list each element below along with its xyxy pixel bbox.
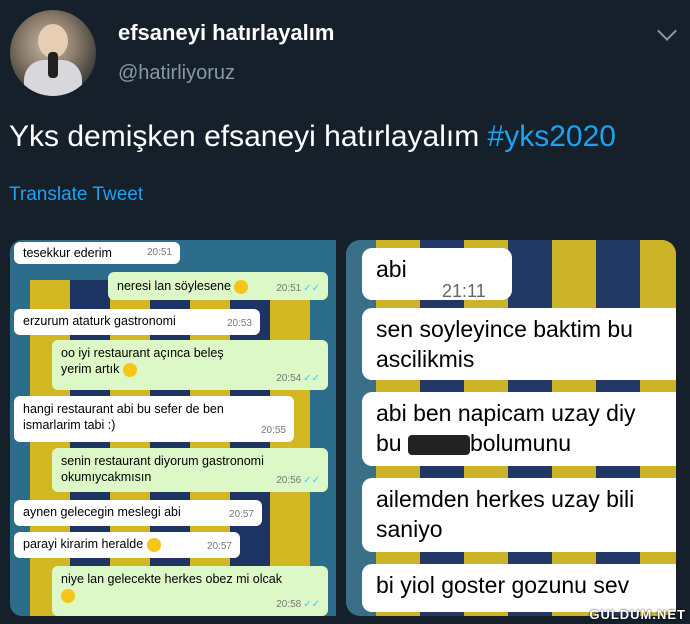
message-line: ailemden herkes uzay bili xyxy=(376,486,635,512)
message-text: senin restaurant diyorum gastronomi okum… xyxy=(61,454,264,484)
message-text: hangi restaurant abi bu sefer de ben ism… xyxy=(23,402,224,432)
message-text: erzurum ataturk gastronomi xyxy=(23,314,176,328)
chat-message: aynen gelecegin meslegi abi 20:57 xyxy=(14,500,262,526)
message-line: abi ben napicam uzay diy xyxy=(376,400,636,426)
message-time: 20:56 xyxy=(276,475,302,486)
read-receipt-icon: ✓✓ xyxy=(303,283,320,294)
message-time: 20:51 xyxy=(146,247,172,258)
message-time: 20:58 xyxy=(276,599,302,610)
read-receipt-icon: ✓✓ xyxy=(303,373,320,384)
redaction-mark xyxy=(407,434,470,455)
chat-message: tesekkur ederim 20:51 xyxy=(14,242,180,264)
message-line: bi yiol goster gozunu sev xyxy=(376,572,630,598)
chat-message: sen soyleyince baktim bu ascilikmis xyxy=(362,308,676,380)
message-line: saniyo xyxy=(376,516,443,542)
read-receipt-icon: ✓✓ xyxy=(303,475,320,486)
message-text: niye lan gelecekte herkes obez mi olcak xyxy=(61,572,282,586)
message-text: tesekkur ederim xyxy=(23,246,112,260)
message-time: 20:57 xyxy=(228,509,254,520)
message-text: bolumunu xyxy=(469,430,572,456)
message-line: ascilikmis xyxy=(376,346,475,372)
message-text: abi xyxy=(376,256,407,282)
tweet-body: Yks demişken efsaneyi hatırlayalım xyxy=(9,120,488,153)
message-time: 20:55 xyxy=(260,425,286,436)
message-time: 20:54 xyxy=(276,373,302,384)
message-time: 21:11 xyxy=(442,281,486,300)
translate-tweet-link[interactable]: Translate Tweet xyxy=(9,184,143,206)
read-receipt-icon: ✓✓ xyxy=(303,599,320,610)
user-handle[interactable]: @hatirliyoruz xyxy=(118,62,235,85)
chat-message: erzurum ataturk gastronomi 20:53 xyxy=(14,309,260,335)
smiling-emoji-icon xyxy=(122,362,137,377)
chat-message: parayi kirarim heralde 20:57 xyxy=(14,532,240,558)
message-line: sen soyleyince baktim bu xyxy=(376,316,633,342)
message-time: 20:53 xyxy=(226,318,252,329)
message-text: bu xyxy=(376,430,402,456)
chat-message: oo iyi restaurant açınca beleş yerim art… xyxy=(52,340,328,390)
chat-message: bi yiol goster gozunu sev xyxy=(362,564,676,612)
display-name[interactable]: efsaneyi hatırlayalım xyxy=(118,20,334,46)
microphone-icon xyxy=(48,52,58,78)
chat-message: senin restaurant diyorum gastronomi okum… xyxy=(52,448,328,492)
chat-message: ailemden herkes uzay bili saniyo xyxy=(362,478,676,552)
message-time: 20:57 xyxy=(206,541,232,552)
message-time: 20:51 xyxy=(276,283,302,294)
message-text: aynen gelecegin meslegi abi xyxy=(23,505,181,519)
laughing-emoji-icon xyxy=(234,279,249,294)
message-text: oo iyi restaurant açınca beleş yerim art… xyxy=(61,346,224,376)
chat-message: hangi restaurant abi bu sefer de ben ism… xyxy=(14,396,294,442)
chat-message: abi 21:11 xyxy=(362,248,512,300)
tweet-text: Yks demişken efsaneyi hatırlayalım #yks2… xyxy=(9,120,616,154)
chat-message: abi ben napicam uzay diy bu bolumunu xyxy=(362,392,676,466)
message-text: neresi lan söylesene xyxy=(117,279,231,293)
site-watermark: GULDUM.NET xyxy=(589,607,686,622)
profile-avatar[interactable] xyxy=(10,10,96,96)
chat-message: niye lan gelecekte herkes obez mi olcak 2… xyxy=(52,566,328,616)
hashtag-link[interactable]: #yks2020 xyxy=(488,120,616,153)
chevron-down-icon[interactable] xyxy=(657,21,677,41)
chat-message: neresi lan söylesene 20:51 ✓✓ xyxy=(108,272,328,300)
money-mouth-emoji-icon xyxy=(146,537,161,552)
laughing-emoji-icon xyxy=(61,588,75,603)
message-text: parayi kirarim heralde xyxy=(23,537,144,551)
